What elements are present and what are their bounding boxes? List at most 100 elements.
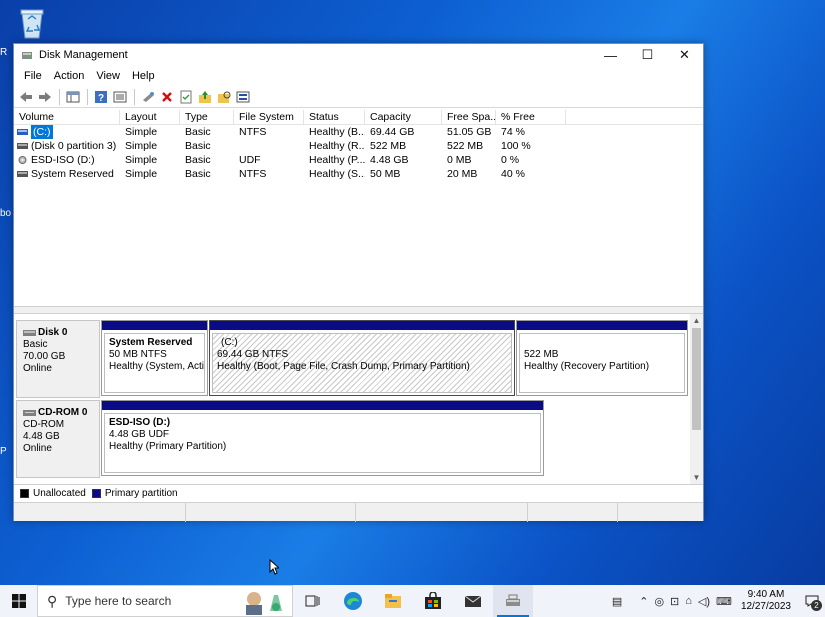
cdrom-volume-icon: [18, 156, 27, 164]
clock-time: 9:40 AM: [747, 589, 785, 600]
task-view-icon[interactable]: [293, 585, 333, 617]
partition-esd-iso[interactable]: ESD-ISO (D:) 4.48 GB UDF Healthy (Primar…: [101, 400, 544, 476]
menu-file[interactable]: File: [18, 68, 48, 84]
disk-view-icon[interactable]: [234, 88, 252, 106]
column-header-capacity[interactable]: Capacity: [365, 110, 442, 125]
close-button[interactable]: ✕: [666, 44, 703, 66]
scroll-thumb[interactable]: [692, 328, 701, 430]
fs-cell: UDF: [239, 154, 261, 166]
toolbar-separator: [59, 88, 60, 105]
free-cell: 522 MB: [447, 140, 484, 152]
status-segment: [14, 503, 186, 522]
status-cell: Healthy (P...: [309, 154, 365, 166]
column-header-file-system[interactable]: File System: [234, 110, 304, 125]
cdrom-0-info[interactable]: CD-ROM 0 CD-ROM 4.48 GB Online: [16, 400, 100, 478]
cdrom-0-row: CD-ROM 0 CD-ROM 4.48 GB Online ESD-ISO (…: [16, 400, 546, 478]
table-row[interactable]: (Disk 0 partition 3) Simple Basic Healthy (…: [14, 139, 703, 153]
notification-button[interactable]: 2: [799, 585, 825, 617]
status-segment: [528, 503, 618, 522]
graph-scrollbar[interactable]: ▲ ▼: [690, 314, 703, 484]
action-center-icon[interactable]: ⊡: [670, 595, 679, 608]
input-method-icon[interactable]: ⌨: [716, 595, 732, 608]
fs-cell: NTFS: [239, 126, 267, 138]
volume-name: (C:): [31, 125, 53, 139]
primary-partition-bar: [517, 321, 687, 330]
legend-unallocated: Unallocated: [33, 488, 86, 499]
capacity-cell: 69.44 GB: [370, 126, 415, 138]
free-cell: 0 MB: [447, 154, 472, 166]
disk-type: CD-ROM: [23, 419, 65, 430]
disk-size: 4.48 GB: [23, 431, 60, 442]
type-cell: Basic: [185, 140, 211, 152]
mail-icon[interactable]: [453, 585, 493, 617]
console-icon[interactable]: [64, 88, 82, 106]
forward-arrow-icon[interactable]: [36, 88, 54, 106]
primary-partition-bar: [102, 321, 207, 330]
disk-name: CD-ROM 0: [38, 407, 88, 418]
disk-0-info[interactable]: Disk 0 Basic 70.00 GB Online: [16, 320, 100, 398]
taskbar-search-box[interactable]: ⚲ Type here to search: [37, 585, 293, 617]
minimize-button[interactable]: —: [592, 44, 629, 66]
column-header-percent-free[interactable]: % Free: [496, 110, 566, 125]
table-row[interactable]: ESD-ISO (D:) Simple Basic UDF Healthy (P... 4…: [14, 153, 703, 167]
partition-size: 69.44 GB NTFS: [217, 349, 289, 360]
list-view-icon[interactable]: [111, 88, 129, 106]
partition-size: 50 MB NTFS: [109, 349, 167, 360]
partition-system-reserved[interactable]: System Reserved 50 MB NTFS Healthy (Syst…: [101, 320, 208, 396]
maximize-button[interactable]: ☐: [629, 44, 666, 66]
properties-icon[interactable]: [177, 88, 195, 106]
chevron-up-icon[interactable]: ⌃: [639, 595, 648, 608]
volume-cell: (Disk 0 partition 3): [14, 139, 120, 153]
delete-icon[interactable]: [158, 88, 176, 106]
connect-icon[interactable]: [139, 88, 157, 106]
menu-help[interactable]: Help: [126, 68, 161, 84]
volume-name: System Reserved: [31, 168, 114, 180]
volume-icon[interactable]: ◁): [698, 595, 710, 608]
column-header-type[interactable]: Type: [180, 110, 234, 125]
fs-cell: NTFS: [239, 168, 267, 180]
partition-c-drive[interactable]: (C:) 69.44 GB NTFS Healthy (Boot, Page F…: [209, 320, 515, 396]
partition-size: 522 MB: [524, 349, 559, 360]
file-explorer-icon[interactable]: [373, 585, 413, 617]
legend-primary: Primary partition: [104, 488, 178, 499]
disk-management-taskbar-icon[interactable]: [493, 585, 533, 617]
column-header-volume[interactable]: Volume: [14, 110, 120, 125]
edge-icon[interactable]: [333, 585, 373, 617]
layout-cell: Simple: [125, 168, 158, 180]
partition-recovery[interactable]: 522 MB Healthy (Recovery Partition): [516, 320, 688, 396]
table-row[interactable]: System Reserved Simple Basic NTFS Healthy (S…: [14, 167, 703, 181]
clock[interactable]: 9:40 AM 12/27/2023: [741, 589, 791, 613]
layout-cell: Simple: [125, 140, 158, 152]
column-header-layout[interactable]: Layout: [120, 110, 180, 125]
scroll-up-arrow-icon[interactable]: ▲: [690, 314, 703, 327]
menu-view[interactable]: View: [90, 68, 126, 84]
scroll-down-arrow-icon[interactable]: ▼: [690, 471, 703, 484]
store-icon[interactable]: [413, 585, 453, 617]
folder-up-icon[interactable]: [196, 88, 214, 106]
partition-name: [524, 337, 680, 349]
folder-search-icon[interactable]: [215, 88, 233, 106]
recycle-bin-icon[interactable]: [16, 5, 48, 39]
column-header-free-space[interactable]: Free Spa...: [442, 110, 496, 125]
news-widget-icon[interactable]: ▤: [612, 595, 622, 608]
partition-name: (C:): [221, 337, 238, 348]
meet-now-icon[interactable]: ◎: [654, 595, 664, 608]
back-arrow-icon[interactable]: [17, 88, 35, 106]
type-cell: Basic: [185, 168, 211, 180]
help-icon[interactable]: ?: [92, 88, 110, 106]
network-icon[interactable]: ⌂: [685, 595, 692, 607]
disk-state: Online: [23, 443, 52, 454]
pane-splitter[interactable]: [14, 306, 703, 314]
search-icon: ⚲: [47, 592, 58, 609]
partition-name: System Reserved: [109, 337, 193, 348]
start-button[interactable]: [0, 585, 37, 617]
table-row[interactable]: (C:) Simple Basic NTFS Healthy (B... 69.44 GB…: [14, 125, 703, 139]
notification-count-badge: 2: [811, 600, 822, 611]
column-header-status[interactable]: Status: [304, 110, 365, 125]
title-bar[interactable]: Disk Management — ☐ ✕: [14, 44, 703, 66]
desktop-icon-label-fragment: R: [0, 47, 8, 58]
disk-state: Online: [23, 363, 52, 374]
volume-icon: [17, 143, 28, 149]
menu-action[interactable]: Action: [48, 68, 91, 84]
partition-status: Healthy (Recovery Partition): [524, 361, 650, 372]
